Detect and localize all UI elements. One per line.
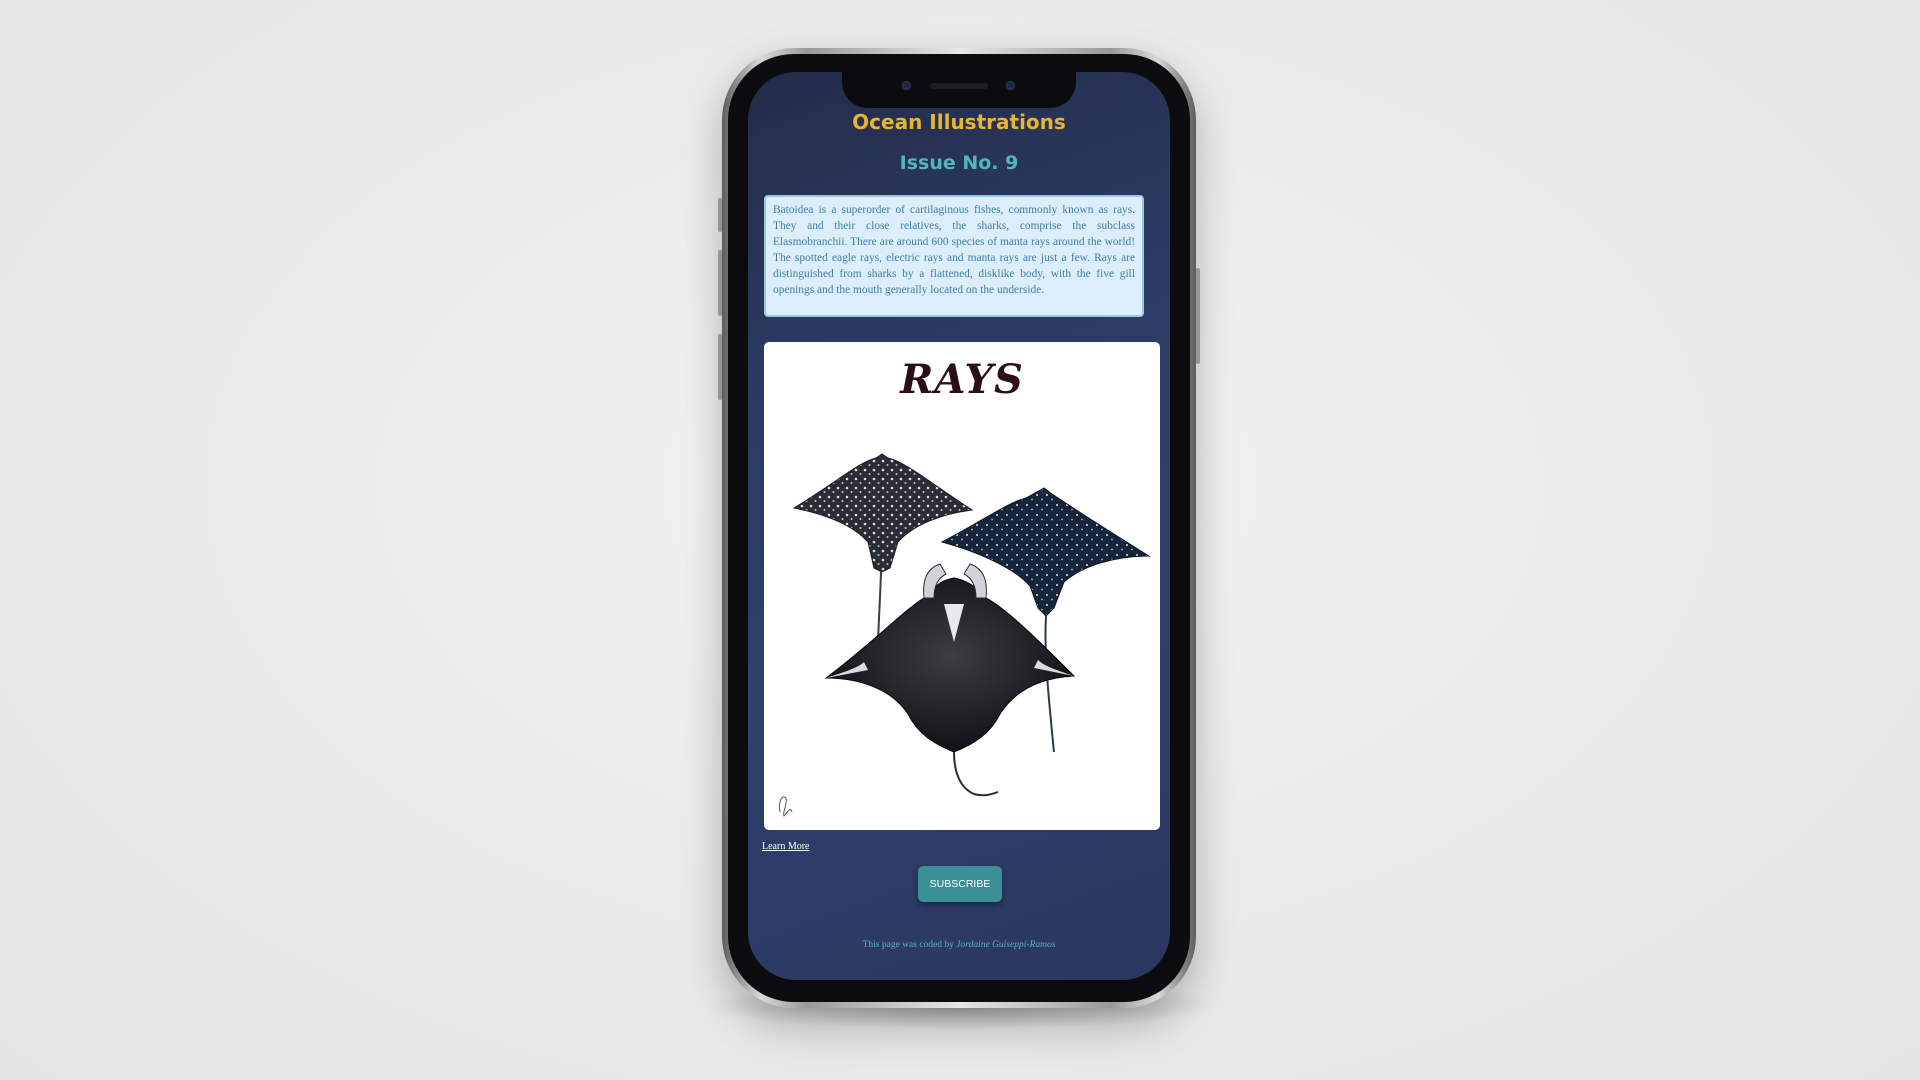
illustration-title: RAYS (900, 356, 1024, 403)
sensor-icon (1006, 81, 1015, 90)
page-title: Ocean Illustrations (852, 110, 1066, 134)
phone-power-button (1196, 268, 1200, 364)
rays-illustration: RAYS (764, 342, 1160, 830)
rays-artwork (779, 453, 1151, 817)
footer-author: Jordaine Guiseppi-Ramos (956, 940, 1056, 950)
learn-more-link[interactable]: Learn More (762, 841, 809, 852)
page-footer: This page was coded by Jordaine Guiseppi… (748, 940, 1170, 950)
issue-number: Issue No. 9 (899, 152, 1019, 174)
phone-notch (842, 72, 1076, 108)
footer-credit-text: This page was coded by (862, 940, 957, 950)
artist-signature (779, 796, 793, 817)
speaker-grille-icon (930, 83, 988, 89)
subscribe-button[interactable]: SUBSCRIBE (918, 866, 1002, 902)
description-box: Batoidea is a superorder of cartilaginou… (764, 195, 1144, 317)
front-camera-icon (902, 81, 911, 90)
